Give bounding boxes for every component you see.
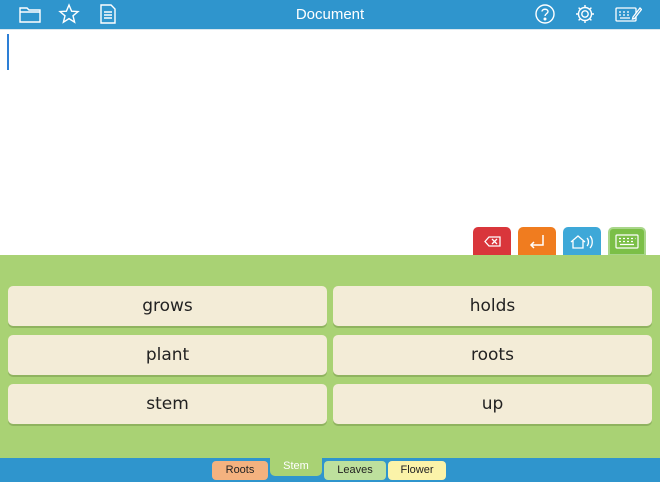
document-text-area[interactable] — [0, 29, 660, 255]
keyboard-edit-icon[interactable] — [614, 3, 642, 25]
top-bar: Document — [0, 0, 660, 29]
speak-icon — [570, 235, 593, 249]
speak-button[interactable] — [563, 227, 601, 256]
word-button-plant[interactable]: plant — [8, 335, 327, 375]
page-title: Document — [295, 6, 365, 23]
text-caret — [7, 34, 9, 70]
return-icon — [529, 235, 544, 249]
word-button-up[interactable]: up — [333, 384, 652, 424]
gear-icon[interactable] — [573, 3, 597, 25]
word-button-grows[interactable]: grows — [8, 286, 327, 326]
tab-roots[interactable]: Roots — [212, 461, 268, 480]
word-panel: grows holds plant roots stem up — [0, 255, 660, 458]
keyboard-button[interactable] — [608, 227, 646, 256]
word-button-holds[interactable]: holds — [333, 286, 652, 326]
tab-flower[interactable]: Flower — [388, 461, 446, 480]
return-button[interactable] — [518, 227, 556, 256]
tab-stem[interactable]: Stem — [270, 457, 322, 476]
help-icon[interactable] — [533, 3, 557, 25]
word-button-stem[interactable]: stem — [8, 384, 327, 424]
keyboard-icon — [615, 234, 639, 249]
tab-leaves[interactable]: Leaves — [324, 461, 386, 480]
category-tab-bar: Roots Stem Leaves Flower — [0, 457, 660, 482]
backspace-icon — [484, 236, 501, 247]
word-button-roots[interactable]: roots — [333, 335, 652, 375]
delete-button[interactable] — [473, 227, 511, 256]
